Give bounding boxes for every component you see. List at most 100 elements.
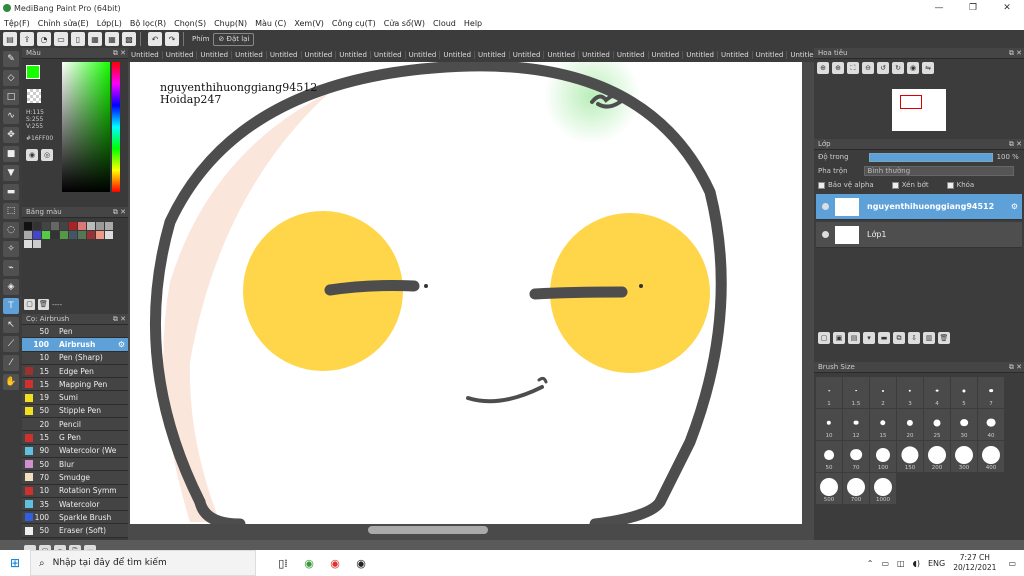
reset-view-icon[interactable]: ◉ <box>907 62 919 74</box>
grid-icon[interactable]: ▦ <box>88 32 102 46</box>
brush-item[interactable]: 50 Stipple Pen <box>22 404 128 419</box>
new-layer-8bit-icon[interactable]: ▤ <box>848 332 860 344</box>
lock-checkbox[interactable] <box>946 181 954 189</box>
lasso-tool-icon[interactable]: ◌ <box>3 222 19 238</box>
document-tab[interactable]: Untitled <box>232 51 267 59</box>
brush-item[interactable]: 90 Watercolor (We <box>22 444 128 458</box>
document-tab[interactable]: Untitled <box>163 51 198 59</box>
document-tab[interactable]: Untitled <box>579 51 614 59</box>
palette-swatch[interactable] <box>24 240 32 248</box>
brush-size-preset[interactable]: 70 <box>843 441 869 472</box>
palette-swatch[interactable] <box>33 240 41 248</box>
color-wheel-icon[interactable]: ◉ <box>26 149 38 161</box>
clock[interactable]: 7:27 CH 20/12/2021 <box>949 553 1000 573</box>
clipping-checkbox[interactable] <box>891 181 899 189</box>
document-tab[interactable]: Untitled <box>718 51 753 59</box>
saturation-value-picker[interactable] <box>62 62 110 192</box>
volume-icon[interactable]: ◖) <box>909 559 924 568</box>
menu-item[interactable]: Help <box>460 19 486 28</box>
brush-size-preset[interactable]: 15 <box>870 409 896 440</box>
palette-swatch[interactable] <box>87 222 95 230</box>
navigator-thumbnail[interactable] <box>892 89 946 131</box>
move-tool-icon[interactable]: ✥ <box>3 127 19 143</box>
document-tab[interactable]: Untitled <box>128 51 163 59</box>
brush-size-preset[interactable]: 40 <box>978 409 1004 440</box>
brush-size-preset[interactable]: 2 <box>870 377 896 408</box>
palette-swatch[interactable] <box>24 222 32 230</box>
brush-size-preset[interactable]: 12 <box>843 409 869 440</box>
close-button[interactable]: ✕ <box>990 0 1024 16</box>
brush-size-preset[interactable]: 200 <box>924 441 950 472</box>
menu-item[interactable]: Cloud <box>429 19 460 28</box>
menu-item[interactable]: Chọn(S) <box>170 19 210 28</box>
menu-item[interactable]: Công cụ(T) <box>328 19 380 28</box>
language-indicator[interactable]: ENG <box>924 559 949 568</box>
brush-tool-icon[interactable]: ✎ <box>3 51 19 67</box>
panel-close-icon[interactable]: ⧉ ✕ <box>113 314 126 325</box>
panel-close-icon[interactable]: ⧉ ✕ <box>113 48 126 59</box>
brush-item[interactable]: 15 Mapping Pen <box>22 378 128 392</box>
brush-size-preset[interactable]: 500 <box>816 473 842 504</box>
palette-swatch[interactable] <box>33 231 41 239</box>
document-tab[interactable]: Untitled <box>753 51 788 59</box>
brush-item[interactable]: 15 Edge Pen <box>22 364 128 379</box>
document-tab[interactable]: Untitled <box>267 51 302 59</box>
reset-button[interactable]: ⊘ Đặt lại <box>213 32 255 46</box>
curve-tool-icon[interactable]: ∿ <box>3 108 19 124</box>
panel-close-icon[interactable]: ⧉ ✕ <box>113 207 126 218</box>
upload-icon[interactable]: ⇪ <box>20 32 34 46</box>
document-tab[interactable]: Untitled <box>649 51 684 59</box>
zoom-out-icon[interactable]: ⊖ <box>862 62 874 74</box>
fill-rect-tool-icon[interactable]: ■ <box>3 146 19 162</box>
select-pen-icon[interactable]: ⌁ <box>3 260 19 276</box>
brush-item[interactable]: 100 Airbrush ⚙ <box>22 338 128 352</box>
gradient-tool-icon[interactable]: ▬ <box>3 184 19 200</box>
text-tool-icon[interactable]: T <box>3 298 19 314</box>
document-tab[interactable]: Untitled <box>475 51 510 59</box>
panel-icon[interactable]: ▭ <box>54 32 68 46</box>
menu-item[interactable]: Chỉnh sửa(E) <box>34 19 93 28</box>
divide-tool-icon[interactable]: ⟋ <box>3 336 19 352</box>
brush-item[interactable]: 100 Sparkle Brush <box>22 511 128 525</box>
menu-item[interactable]: Bộ lọc(R) <box>126 19 170 28</box>
brush-size-preset[interactable]: 400 <box>978 441 1004 472</box>
delete-layer-icon[interactable]: 🗑 <box>938 332 950 344</box>
gear-icon[interactable]: ⚙ <box>118 340 125 349</box>
layer-folder-icon[interactable]: ▬ <box>878 332 890 344</box>
layer-item[interactable]: Lớp1 <box>816 222 1022 248</box>
brush-item[interactable]: 19 Sumi <box>22 391 128 405</box>
color-settings-icon[interactable]: ◎ <box>41 149 53 161</box>
brush-item[interactable]: 35 Watercolor <box>22 497 128 512</box>
brush-item[interactable]: 20 Pencil <box>22 418 128 432</box>
duplicate-layer-icon[interactable]: ⧉ <box>893 332 905 344</box>
blend-mode-select[interactable]: Bình thường <box>863 166 1014 176</box>
palette-swatch[interactable] <box>42 231 50 239</box>
brush-item[interactable]: 70 Smudge <box>22 471 128 485</box>
brush-item[interactable]: 50 Pen <box>22 325 128 339</box>
tray-chevron-icon[interactable]: ⌃ <box>863 559 878 568</box>
grid-alt-icon[interactable]: ▦ <box>105 32 119 46</box>
new-layer-icon[interactable]: ▢ <box>818 332 830 344</box>
zoom-in-alt-icon[interactable]: ⊕ <box>832 62 844 74</box>
document-tab[interactable]: Untitled <box>544 51 580 59</box>
panel-close-icon[interactable]: ⧉ ✕ <box>1009 139 1022 150</box>
drawing-canvas[interactable]: nguyenthihuonggiang94512 Hoidap247 <box>130 62 802 524</box>
visibility-icon[interactable] <box>822 203 829 210</box>
brush-item[interactable]: 10 Rotation Symm <box>22 484 128 498</box>
obs-icon[interactable]: ◉ <box>348 550 374 576</box>
task-view-icon[interactable]: ▯⁞ <box>270 550 296 576</box>
alpha-protect-checkbox[interactable] <box>818 181 825 189</box>
medibang-app-icon[interactable]: ◉ <box>296 550 322 576</box>
palette-delete-icon[interactable]: 🗑 <box>38 299 49 310</box>
palette-swatch[interactable] <box>69 231 77 239</box>
select-eraser-icon[interactable]: ◈ <box>3 279 19 295</box>
zoom-in-icon[interactable]: ⊕ <box>817 62 829 74</box>
panel-close-icon[interactable]: ⧉ ✕ <box>1009 48 1022 59</box>
brush-size-preset[interactable]: 1 <box>816 377 842 408</box>
brush-size-preset[interactable]: 30 <box>951 409 977 440</box>
palette-swatch[interactable] <box>105 222 113 230</box>
redo-icon[interactable]: ↷ <box>165 32 179 46</box>
brush-size-preset[interactable]: 50 <box>816 441 842 472</box>
new-layer-alt-icon[interactable]: ▣ <box>833 332 845 344</box>
notification-icon[interactable]: ▭ <box>1000 559 1024 568</box>
